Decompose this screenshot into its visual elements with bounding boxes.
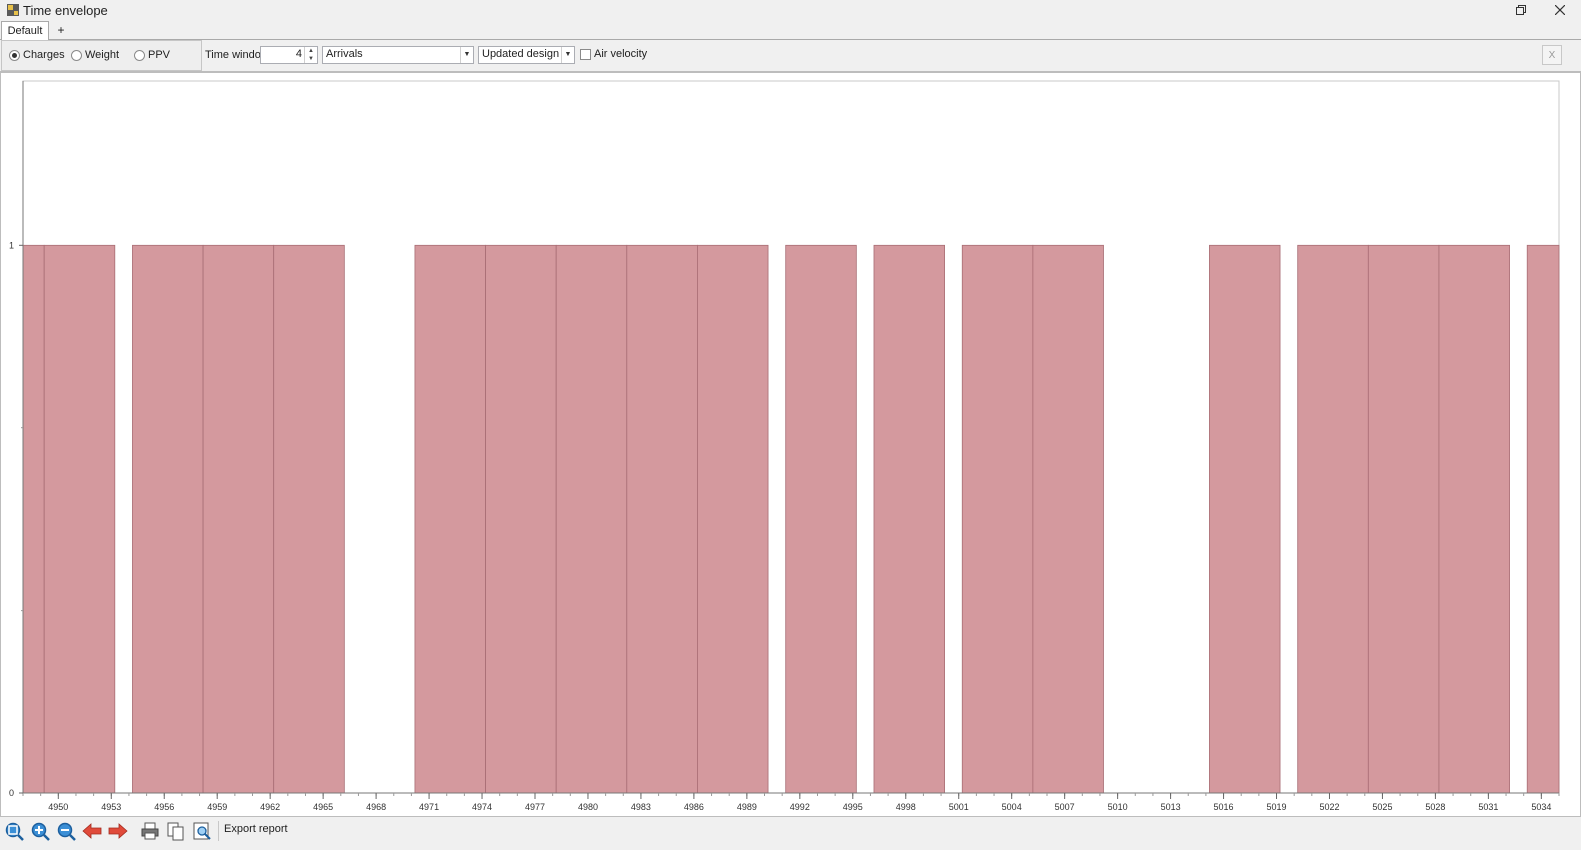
x-tick-label: 4986 [684,802,704,812]
bar-6 [485,244,557,794]
zoom-out-icon[interactable] [56,821,76,841]
radio-weight[interactable]: Weight [71,49,119,61]
x-tick-label: 4989 [737,802,757,812]
bar-9 [697,244,769,794]
x-tick-label: 4959 [207,802,227,812]
stepper-arrows[interactable]: ▲ ▼ [304,47,317,63]
x-tick-label: 4950 [48,802,68,812]
mode-select-value: Arrivals [326,48,363,60]
close-icon [1555,5,1565,15]
y-tick-label: 1 [9,240,14,250]
bar-1 [43,244,116,794]
close-window-button[interactable] [1551,2,1569,18]
arrow-right-icon[interactable] [108,821,128,841]
x-tick-label: 4998 [896,802,916,812]
x-tick-label: 5022 [1319,802,1339,812]
y-tick-label: 0 [9,788,14,798]
x-tick-label: 5010 [1108,802,1128,812]
bar-17 [1438,244,1510,794]
x-tick-label: 5034 [1531,802,1551,812]
display-mode-radio-group: Charges Weight PPV [1,40,202,71]
bar-16 [1367,244,1440,794]
x-tick-label: 5025 [1372,802,1392,812]
chevron-down-icon[interactable]: ▼ [305,55,317,63]
bar-13 [1032,244,1104,794]
bar-11 [873,244,945,794]
zoom-in-icon[interactable] [30,821,50,841]
time-envelope-chart: 4950 4953 4956 4959 4962 4965 4968 4971 4974 4977… [9,80,1560,812]
dropdown-arrow-icon[interactable]: ▼ [460,47,473,63]
x-tick-label: 4983 [631,802,651,812]
x-tick-label: 5004 [1002,802,1022,812]
tab-bar: Default + [0,20,1581,40]
x-tick-label: 4953 [101,802,121,812]
toolbar: Charges Weight PPV Time window 4 ▲ ▼ Arr… [0,40,1581,72]
x-tick-label: 4995 [843,802,863,812]
bar-5 [414,244,486,794]
add-tab-button[interactable]: + [54,21,68,39]
arrow-left-icon[interactable] [82,821,102,841]
x-tick-label: 5028 [1425,802,1445,812]
chevron-up-icon[interactable]: ▲ [305,47,317,55]
x-tick-label: 5013 [1161,802,1181,812]
design-select[interactable]: Updated design ▼ [478,46,575,64]
app-icon [7,4,19,16]
x-tick-label: 4971 [419,802,439,812]
bar-3 [202,244,275,794]
bars [22,244,1560,794]
x-tick-label: 4968 [366,802,386,812]
window-title: Time envelope [23,3,108,18]
export-report-button[interactable]: Export report [224,823,288,835]
mode-select[interactable]: Arrivals ▼ [322,46,474,64]
time-window-value[interactable]: 4 [296,48,302,60]
bar-4 [273,244,345,794]
copy-icon[interactable] [166,821,186,841]
x-tick-label: 5007 [1055,802,1075,812]
time-window-stepper[interactable]: 4 ▲ ▼ [260,46,318,64]
air-velocity-checkbox[interactable]: Air velocity [580,48,647,60]
bar-2 [132,244,204,794]
x-tick-label: 4962 [260,802,280,812]
bar-18 [1526,244,1560,794]
radio-ppv[interactable]: PPV [134,49,170,61]
bar-14 [1209,244,1281,794]
bar-15 [1297,244,1369,794]
x-tick-label: 4965 [313,802,333,812]
x-tick-label: 5001 [949,802,969,812]
x-tick-label: 5016 [1214,802,1234,812]
dropdown-arrow-icon[interactable]: ▼ [561,47,574,63]
title-bar: Time envelope [0,0,1581,20]
chart-panel: 4950 4953 4956 4959 4962 4965 4968 4971 4974 4977… [0,72,1581,817]
design-select-value: Updated design [482,48,560,60]
tab-default[interactable]: Default [1,21,49,40]
x-tick-label: 4956 [154,802,174,812]
x-tick-label: 4992 [790,802,810,812]
bar-0 [22,244,45,794]
preview-icon[interactable] [192,821,212,841]
bar-12 [961,244,1034,794]
x-tick-label: 5031 [1478,802,1498,812]
restore-button[interactable] [1512,2,1530,18]
restore-icon [1516,5,1526,15]
clear-button[interactable]: X [1542,45,1562,65]
x-tick-label: 5019 [1267,802,1287,812]
radio-charges[interactable]: Charges [9,49,65,61]
bar-10 [785,244,857,794]
toolbar-separator [218,821,219,841]
x-tick-label: 4980 [578,802,598,812]
zoom-fit-icon[interactable] [4,821,24,841]
print-icon[interactable] [140,821,160,841]
x-tick-label: 4977 [525,802,545,812]
bar-7 [555,244,628,794]
x-tick-label: 4974 [472,802,492,812]
bar-8 [626,244,698,794]
